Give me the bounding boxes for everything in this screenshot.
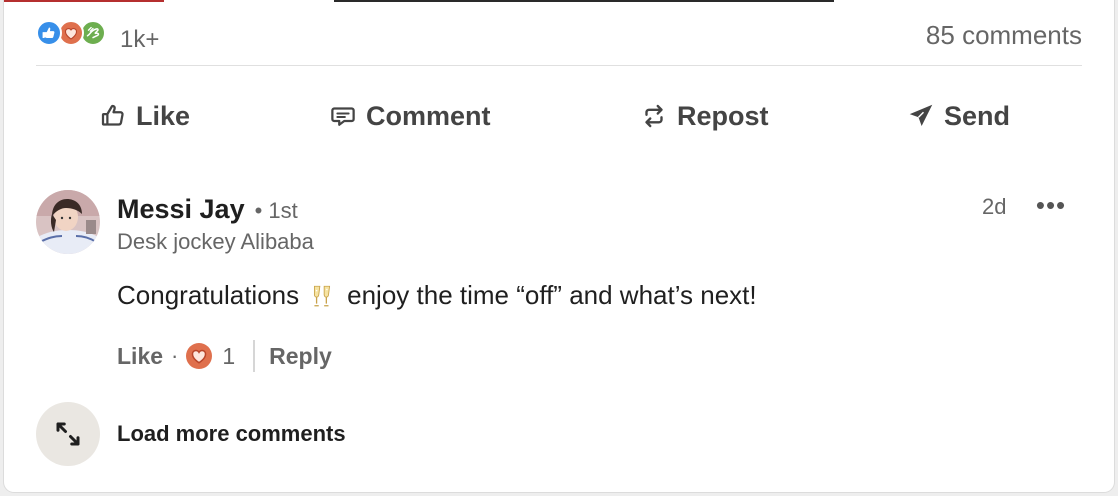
divider (253, 340, 256, 372)
comment-author: Messi Jay • 1st (117, 194, 298, 225)
comments-count-link[interactable]: 85 comments (926, 20, 1082, 51)
repost-label: Repost (677, 100, 769, 131)
reaction-count[interactable]: 1k+ (120, 26, 159, 54)
author-headline: Desk jockey Alibaba (117, 229, 314, 254)
comment-timestamp: 2d (982, 194, 1007, 219)
clinking-glasses-emoji-icon (309, 283, 335, 309)
load-more-label: Load more comments (117, 421, 346, 446)
comment-label: Comment (366, 100, 491, 131)
post-card: 1k+ 85 comments Like Comment Repost Send… (4, 0, 1114, 492)
post-image-edge (4, 0, 1114, 2)
send-button[interactable]: Send (906, 88, 1010, 144)
author-name[interactable]: Messi Jay (117, 194, 245, 225)
reply-button[interactable]: Reply (269, 343, 332, 370)
comment-bubble-icon (328, 101, 358, 131)
comment-like-button[interactable]: Like (117, 343, 163, 370)
expand-arrows-icon (36, 402, 100, 466)
thumbs-up-icon (98, 101, 128, 131)
repost-button[interactable]: Repost (639, 88, 769, 144)
comment-reaction-count[interactable]: 1 (222, 343, 235, 370)
love-reaction-icon[interactable] (186, 343, 213, 369)
post-action-bar: Like Comment Repost Send (36, 88, 1082, 144)
like-reaction-icon (36, 20, 62, 46)
separator-dot: · (171, 343, 179, 368)
paper-plane-icon (906, 101, 936, 131)
divider (36, 65, 1082, 66)
social-counts-bar: 1k+ 85 comments (36, 14, 1082, 54)
comment-button[interactable]: Comment (328, 88, 491, 144)
comment-text-start: Congratulations (117, 280, 300, 310)
ellipsis-icon: ••• (1035, 189, 1067, 220)
avatar[interactable] (36, 190, 100, 254)
like-button[interactable]: Like (98, 88, 190, 144)
connection-degree: • 1st (254, 198, 298, 223)
comment-action-row: Like · 1 Reply (117, 340, 332, 372)
send-label: Send (944, 100, 1011, 131)
comment-text: Congratulations enjoy the time “off” and… (117, 280, 757, 311)
more-options-button[interactable]: ••• (1034, 190, 1068, 220)
like-label: Like (136, 100, 191, 131)
comment-text-end: enjoy the time “off” and what’s next! (347, 280, 757, 310)
repost-arrows-icon (639, 101, 669, 131)
load-more-comments-button[interactable]: Load more comments (36, 402, 346, 466)
